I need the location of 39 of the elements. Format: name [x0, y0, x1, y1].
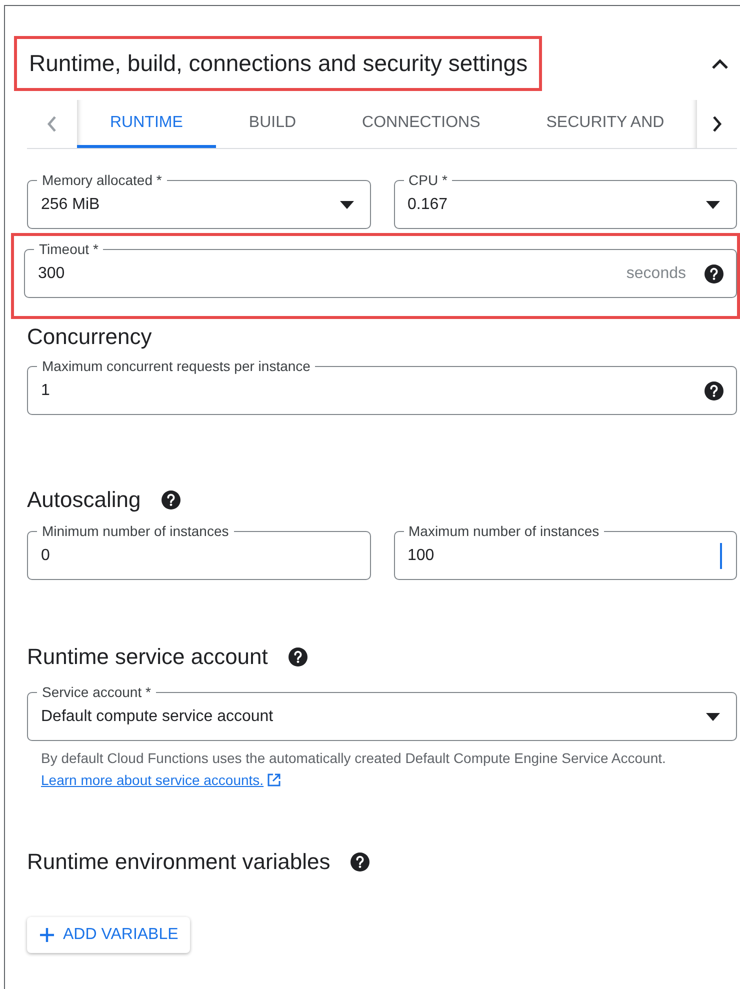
tab[interactable]: BUILD [216, 100, 330, 148]
field-label: Maximum concurrent requests per instance [41, 357, 312, 375]
caret-icon [706, 201, 720, 209]
field-value: 0 [41, 547, 51, 565]
tab[interactable]: RUNTIME [77, 100, 216, 148]
unit-label: seconds [626, 265, 686, 283]
field-value: Default compute service account [41, 708, 274, 726]
help-icon[interactable] [160, 490, 181, 510]
add-variable-button[interactable]: ADD VARIABLE [27, 917, 190, 953]
field-label: CPU * [408, 171, 448, 189]
section-heading: Concurrency [27, 324, 152, 350]
help-icon[interactable] [350, 852, 370, 872]
field-label: Minimum number of instances [41, 522, 230, 540]
field-label: Memory allocated * [41, 171, 163, 189]
field-label: Timeout * [38, 240, 100, 258]
caret-icon [340, 201, 354, 209]
field-value: 100 [408, 547, 436, 565]
chevron-right-icon[interactable] [712, 116, 722, 132]
section-heading: Runtime service account [27, 644, 268, 670]
help-icon[interactable] [288, 647, 308, 667]
field-value: 256 MiB [41, 196, 101, 214]
field-value: 300 [38, 265, 66, 283]
plus-icon [39, 927, 55, 943]
field-value: 0.167 [408, 196, 449, 214]
field-label: Service account * [41, 683, 152, 701]
field-value: 1 [41, 382, 51, 400]
tab[interactable]: CONNECTIONS [329, 100, 514, 148]
chevron-up-icon[interactable] [711, 58, 729, 70]
caret-icon [706, 713, 720, 721]
field-label: Maximum number of instances [408, 522, 600, 540]
help-icon[interactable] [704, 381, 724, 401]
section-heading: Runtime environment variables [27, 849, 330, 875]
help-icon[interactable] [704, 264, 724, 284]
tab[interactable]: SECURITY AND [513, 100, 697, 148]
external-link-icon[interactable] [266, 773, 281, 787]
section-heading: Autoscaling [27, 487, 141, 513]
help-text: By default Cloud Functions uses the automatically created Default Compute Engine Service Account. Learn more about service accounts. [40, 749, 667, 790]
section-title: Runtime, build, connections and security settings [14, 36, 542, 91]
learn-more-link[interactable]: Learn more about service accounts. [41, 772, 264, 788]
